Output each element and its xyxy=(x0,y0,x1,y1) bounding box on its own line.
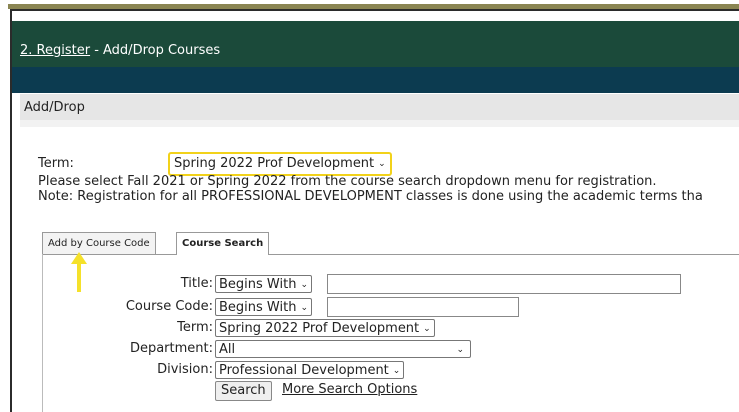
title-label: Title: xyxy=(180,276,213,291)
division-select[interactable]: Professional Development ⌄ xyxy=(215,361,405,379)
breadcrumb-register-link[interactable]: 2. Register xyxy=(20,43,90,58)
title-match-value: Begins With xyxy=(219,277,297,292)
course-code-match-value: Begins With xyxy=(219,300,297,315)
more-search-options-link[interactable]: More Search Options xyxy=(282,382,417,397)
instruction-line-1: Please select Fall 2021 or Spring 2022 f… xyxy=(38,174,657,189)
section-divider xyxy=(20,120,739,127)
instruction-line-2: Note: Registration for all PROFESSIONAL … xyxy=(38,189,703,204)
search-tabs: Add by Course Code Course Search xyxy=(42,232,739,255)
search-term-select[interactable]: Spring 2022 Prof Development ⌄ xyxy=(215,319,435,337)
search-term-label: Term: xyxy=(177,320,213,335)
tab-add-by-course-code[interactable]: Add by Course Code xyxy=(42,232,156,254)
search-button[interactable]: Search xyxy=(215,381,272,401)
course-code-input[interactable] xyxy=(327,297,519,317)
browser-content: 2. Register - Add/Drop Courses Add/Drop … xyxy=(10,9,739,412)
division-label: Division: xyxy=(157,362,213,377)
tab-course-search[interactable]: Course Search xyxy=(176,232,270,255)
department-select[interactable]: All ⌄ xyxy=(215,340,471,358)
section-title: Add/Drop xyxy=(24,100,85,115)
chevron-down-icon: ⌄ xyxy=(392,366,401,376)
department-label: Department: xyxy=(129,341,213,356)
term-select[interactable]: Spring 2022 Prof Development ⌄ xyxy=(168,152,392,176)
page-title: 2. Register - Add/Drop Courses xyxy=(20,43,220,58)
term-label: Term: xyxy=(38,156,74,171)
department-value: All xyxy=(219,342,236,357)
chevron-down-icon: ⌄ xyxy=(456,345,464,355)
course-search-panel: Title: Begins With ⌄ Course Code: Begins … xyxy=(42,254,739,412)
course-code-match-select[interactable]: Begins With ⌄ xyxy=(215,298,312,316)
course-code-label: Course Code: xyxy=(125,299,213,314)
chevron-down-icon: ⌄ xyxy=(378,159,386,169)
breadcrumb-current: - Add/Drop Courses xyxy=(90,43,221,58)
chevron-down-icon: ⌄ xyxy=(423,324,431,334)
title-input[interactable] xyxy=(327,274,681,294)
search-term-value: Spring 2022 Prof Development xyxy=(219,321,420,336)
page-header: 2. Register - Add/Drop Courses xyxy=(12,21,739,67)
title-match-select[interactable]: Begins With ⌄ xyxy=(215,275,312,293)
chevron-down-icon: ⌄ xyxy=(300,303,308,313)
chevron-down-icon: ⌄ xyxy=(300,280,308,290)
term-select-value: Spring 2022 Prof Development xyxy=(174,156,375,171)
subheader-bar xyxy=(12,67,739,93)
section-header: Add/Drop xyxy=(20,94,739,120)
arrow-up-icon xyxy=(71,252,87,292)
division-value: Professional Development xyxy=(219,363,389,378)
term-instructions: Please select Fall 2021 or Spring 2022 f… xyxy=(38,174,703,204)
